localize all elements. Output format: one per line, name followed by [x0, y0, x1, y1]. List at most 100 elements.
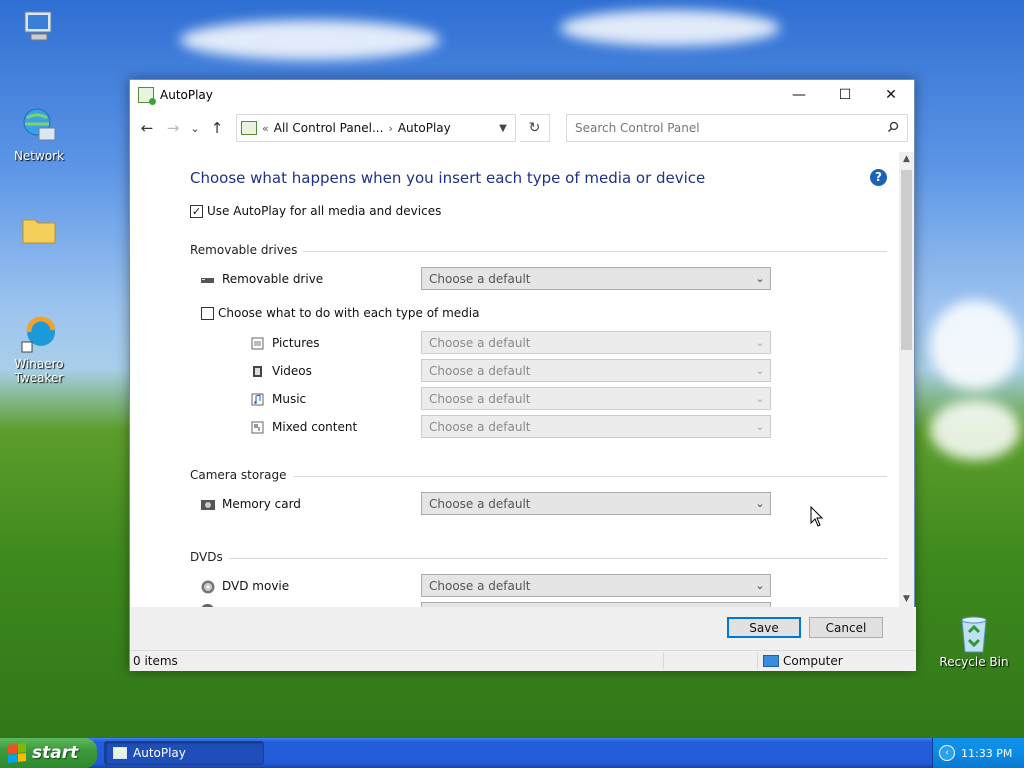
mixed-content-select[interactable]: Choose a default ⌄	[421, 415, 771, 438]
minimize-button[interactable]: —	[776, 80, 822, 110]
computer-icon	[763, 655, 779, 667]
removable-drive-label-row: Removable drive	[201, 272, 323, 286]
address-bar[interactable]: « All Control Panel... › AutoPlay ▼	[236, 114, 516, 142]
forward-button[interactable]: →	[162, 116, 184, 140]
media-music-row: Music	[251, 392, 306, 406]
memory-card-label-row: Memory card	[201, 497, 301, 511]
media-pictures-row: Pictures	[251, 336, 320, 350]
section-dvds: DVDs	[190, 550, 887, 564]
save-button[interactable]: Save	[727, 617, 801, 638]
help-icon[interactable]: ?	[870, 169, 887, 186]
pictures-select[interactable]: Choose a default ⌄	[421, 331, 771, 354]
chevron-down-icon: ⌄	[755, 336, 765, 349]
network-icon	[19, 106, 59, 146]
mixed-content-icon	[251, 421, 264, 434]
desktop-icon-label: Winaero Tweaker	[14, 357, 64, 385]
autoplay-window: AutoPlay — ☐ ✕ ← → ⌄ ↑ « All Control Pan…	[129, 79, 916, 671]
up-button[interactable]: ↑	[206, 116, 228, 140]
breadcrumb-separator[interactable]: ›	[388, 122, 392, 135]
desktop-icon-computer[interactable]	[1, 8, 77, 51]
section-title: DVDs	[190, 550, 229, 564]
winaero-tweaker-icon	[19, 314, 59, 354]
use-autoplay-label: Use AutoPlay for all media and devices	[207, 204, 442, 218]
cloud	[930, 400, 1020, 460]
navigation-bar: ← → ⌄ ↑ « All Control Panel... › AutoPla…	[130, 110, 914, 146]
status-bar: 0 items Computer	[130, 650, 916, 671]
page-title: Choose what happens when you insert each…	[190, 169, 706, 187]
scroll-down-icon[interactable]: ▼	[899, 592, 914, 607]
search-icon[interactable]	[887, 121, 899, 136]
desktop-icon-folder[interactable]	[1, 210, 77, 253]
control-panel-icon	[241, 121, 257, 135]
music-select[interactable]: Choose a default ⌄	[421, 387, 771, 410]
status-location-label: Computer	[783, 654, 843, 668]
recent-locations-button[interactable]: ⌄	[188, 116, 202, 140]
show-hidden-icons-icon[interactable]: ‹	[939, 745, 955, 761]
media-label: Mixed content	[272, 420, 358, 434]
chevron-down-icon[interactable]: ▼	[491, 123, 515, 134]
select-value: Choose a default	[429, 578, 531, 593]
computer-icon	[19, 8, 59, 48]
cancel-button[interactable]: Cancel	[809, 617, 883, 638]
title-bar[interactable]: AutoPlay — ☐ ✕	[130, 80, 914, 110]
cloud	[180, 20, 440, 60]
use-autoplay-row[interactable]: ✓ Use AutoPlay for all media and devices	[190, 204, 441, 218]
recycle-bin-icon	[954, 612, 994, 653]
chevron-down-icon: ⌄	[755, 579, 765, 592]
pictures-icon	[251, 337, 264, 350]
cloud	[560, 10, 780, 46]
refresh-button[interactable]: ↻	[520, 114, 550, 142]
status-item-count: 0 items	[133, 654, 178, 668]
scroll-up-icon[interactable]: ▲	[899, 152, 914, 167]
status-location: Computer	[760, 651, 843, 671]
removable-drive-label: Removable drive	[222, 272, 324, 286]
taskbar: start AutoPlay ‹ 11:33 PM	[0, 738, 1024, 768]
use-autoplay-checkbox[interactable]: ✓	[190, 204, 203, 218]
section-title: Camera storage	[190, 468, 293, 482]
select-value: Choose a default	[429, 271, 531, 286]
system-tray: ‹ 11:33 PM	[932, 738, 1024, 768]
removable-drive-select[interactable]: Choose a default ⌄	[421, 267, 771, 290]
clock[interactable]: 11:33 PM	[961, 747, 1012, 760]
search-input[interactable]	[575, 121, 887, 135]
select-value: Choose a default	[429, 496, 531, 511]
desktop-icon-network[interactable]: Network	[1, 106, 77, 163]
scroll-thumb[interactable]	[901, 170, 912, 350]
vertical-scrollbar[interactable]: ▲ ▼	[899, 152, 914, 607]
status-divider	[663, 653, 664, 669]
breadcrumb-autoplay[interactable]: AutoPlay	[398, 121, 451, 135]
media-label: Videos	[272, 364, 312, 378]
media-mixed-content-row: Mixed content	[251, 420, 357, 434]
select-value: Choose a default	[429, 335, 531, 350]
videos-select[interactable]: Choose a default ⌄	[421, 359, 771, 382]
autoplay-app-icon	[138, 87, 156, 105]
taskbar-item-label: AutoPlay	[133, 746, 186, 760]
per-media-row[interactable]: Choose what to do with each type of medi…	[201, 306, 479, 320]
search-box[interactable]	[566, 114, 908, 142]
desktop-icon-label: Recycle Bin	[939, 655, 1009, 669]
close-button[interactable]: ✕	[868, 80, 914, 110]
start-button[interactable]: start	[0, 738, 97, 768]
select-value: Choose a default	[429, 419, 531, 434]
section-removable-drives: Removable drives	[190, 243, 887, 257]
breadcrumb-overflow[interactable]: «	[262, 122, 269, 135]
dvd-movie-select[interactable]: Choose a default ⌄	[421, 574, 771, 597]
chevron-down-icon: ⌄	[755, 420, 765, 433]
mouse-cursor-icon	[810, 506, 824, 527]
memory-card-label: Memory card	[222, 497, 301, 511]
taskbar-item-autoplay[interactable]: AutoPlay	[104, 741, 264, 765]
status-divider	[757, 653, 758, 669]
maximize-button[interactable]: ☐	[822, 80, 868, 110]
back-button[interactable]: ←	[136, 116, 158, 140]
memory-card-select[interactable]: Choose a default ⌄	[421, 492, 771, 515]
music-icon	[251, 393, 264, 406]
autoplay-app-icon	[113, 747, 127, 759]
per-media-checkbox[interactable]	[201, 306, 214, 320]
desktop-icon-recycle-bin[interactable]: Recycle Bin	[936, 612, 1012, 669]
media-label: Music	[272, 392, 307, 406]
desktop-icon-winaero-tweaker[interactable]: Winaero Tweaker	[1, 314, 77, 385]
chevron-down-icon: ⌄	[755, 272, 765, 285]
window-title: AutoPlay	[160, 88, 213, 102]
breadcrumb-all-control-panel[interactable]: All Control Panel...	[274, 121, 384, 135]
folder-icon	[19, 210, 59, 250]
